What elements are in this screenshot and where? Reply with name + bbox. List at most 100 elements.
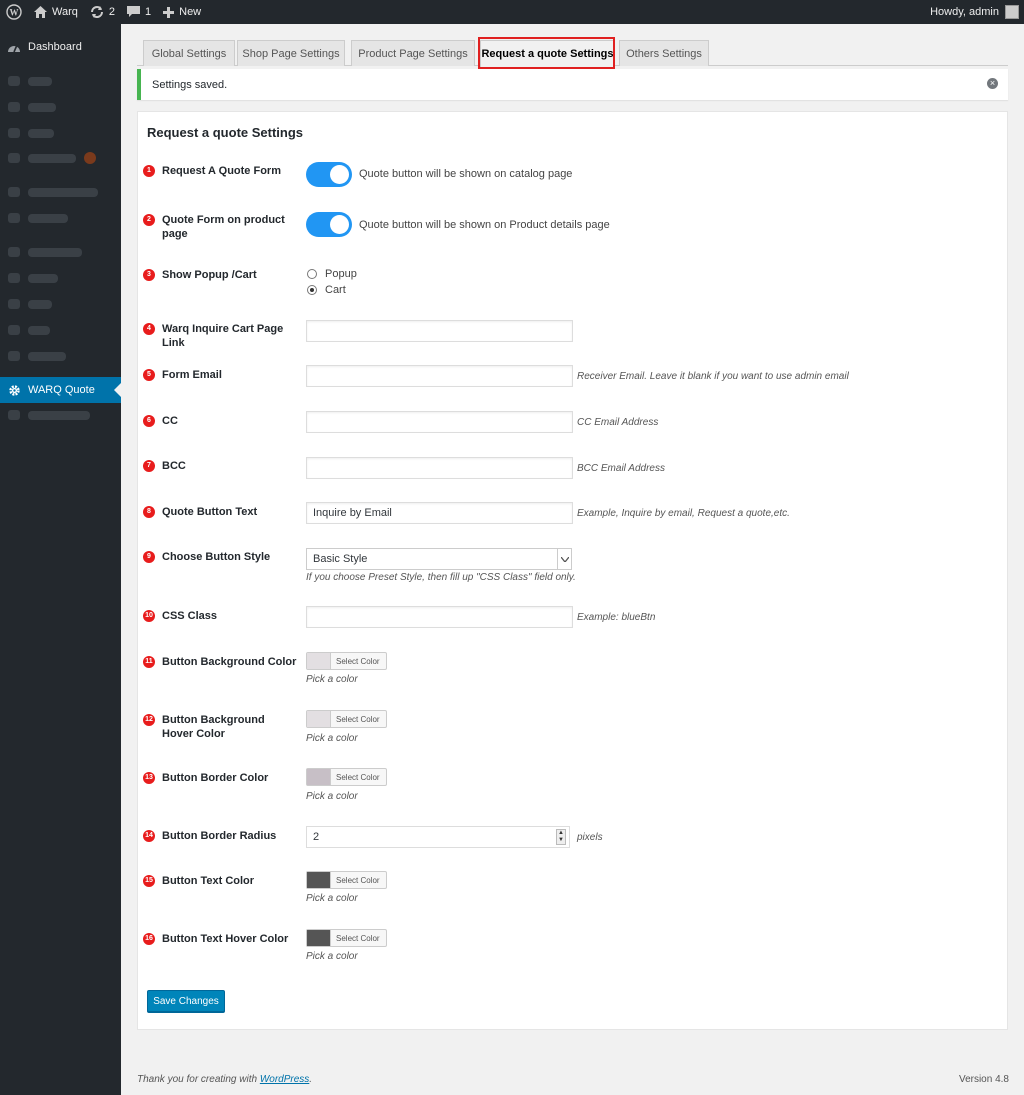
blurred-menu-item[interactable] bbox=[28, 411, 90, 420]
blurred-menu-icon bbox=[8, 299, 20, 309]
tab-others-settings[interactable]: Others Settings bbox=[619, 40, 709, 66]
blurred-menu-icon bbox=[8, 128, 20, 138]
blurred-menu-item[interactable] bbox=[28, 129, 54, 138]
blurred-menu-item[interactable] bbox=[28, 214, 68, 223]
blurred-menu-icon bbox=[8, 187, 20, 197]
blurred-menu-item[interactable] bbox=[28, 326, 50, 335]
field-description: Example: blueBtn bbox=[577, 612, 656, 623]
select-color-label: Select Color bbox=[336, 933, 380, 943]
quote-button-text-input[interactable]: Inquire by Email bbox=[306, 502, 573, 524]
tab-product-page-settings[interactable]: Product Page Settings bbox=[351, 40, 475, 66]
comments-count: 1 bbox=[145, 6, 152, 18]
pick-color-hint: Pick a color bbox=[306, 893, 358, 904]
greeting: Howdy, admin bbox=[930, 6, 999, 18]
blurred-menu-item[interactable] bbox=[28, 352, 66, 361]
field-label: Warq Inquire Cart Page Link bbox=[162, 323, 284, 349]
tab-global-settings[interactable]: Global Settings bbox=[143, 40, 235, 66]
radio-cart[interactable]: Cart bbox=[307, 284, 346, 296]
field-number-badge: 7 bbox=[143, 460, 155, 472]
sidebar-item-label: Dashboard bbox=[28, 41, 82, 53]
blurred-menu-item[interactable] bbox=[28, 103, 56, 112]
pick-color-hint: Pick a color bbox=[306, 791, 358, 802]
color-swatch bbox=[307, 930, 331, 946]
blurred-menu-icon bbox=[8, 247, 20, 257]
wordpress-link[interactable]: WordPress bbox=[260, 1074, 309, 1085]
settings-saved-notice: Settings saved. × bbox=[137, 69, 1008, 100]
account-menu[interactable]: Howdy, admin bbox=[924, 0, 1024, 24]
site-name-link[interactable]: Warq bbox=[28, 0, 84, 24]
unit-label: pixels bbox=[577, 832, 603, 843]
updates-link[interactable]: 2 bbox=[84, 0, 121, 24]
field-number-badge: 10 bbox=[143, 610, 155, 622]
text-hover-color-picker-button[interactable]: Select Color bbox=[306, 929, 387, 947]
field-description: Example, Inquire by email, Request a quo… bbox=[577, 508, 790, 519]
cc-input[interactable] bbox=[306, 411, 573, 433]
field-label: CSS Class bbox=[162, 610, 218, 622]
pick-color-hint: Pick a color bbox=[306, 733, 358, 744]
text-color-picker-button[interactable]: Select Color bbox=[306, 871, 387, 889]
save-changes-button[interactable]: Save Changes bbox=[147, 990, 225, 1012]
border-radius-input[interactable]: 2 ▲ ▼ bbox=[306, 826, 570, 848]
field-description: Receiver Email. Leave it blank if you wa… bbox=[577, 371, 849, 382]
number-spinner[interactable]: ▲ ▼ bbox=[556, 829, 566, 845]
background-color-picker-button[interactable]: Select Color bbox=[306, 652, 387, 670]
blurred-menu-item[interactable] bbox=[28, 154, 76, 163]
pick-color-hint: Pick a color bbox=[306, 951, 358, 962]
radio-button[interactable] bbox=[307, 269, 317, 279]
sidebar-item-dashboard[interactable]: Dashboard bbox=[0, 34, 121, 60]
blurred-menu-item[interactable] bbox=[28, 188, 98, 197]
field-description: CC Email Address bbox=[577, 417, 659, 428]
blurred-menu-icon bbox=[8, 351, 20, 361]
active-tab-highlight bbox=[478, 37, 615, 69]
css-class-input[interactable] bbox=[306, 606, 573, 628]
comments-link[interactable]: 1 bbox=[121, 0, 157, 24]
notice-text: Settings saved. bbox=[152, 78, 228, 91]
site-name: Warq bbox=[52, 6, 78, 18]
settings-panel: Request a quote Settings 1 Request A Quo… bbox=[137, 111, 1008, 1030]
dashboard-icon bbox=[7, 40, 21, 54]
color-swatch bbox=[307, 711, 331, 727]
field-label: Button Background Hover Color bbox=[162, 714, 265, 740]
updates-icon bbox=[90, 6, 103, 18]
blurred-menu-icon bbox=[8, 410, 20, 420]
quote-form-product-page-toggle[interactable] bbox=[306, 212, 352, 237]
button-style-select[interactable]: Basic Style bbox=[306, 548, 572, 570]
blurred-menu-item[interactable] bbox=[28, 248, 82, 257]
admin-bar: W Warq 2 1 New Howdy, admin bbox=[0, 0, 1024, 24]
chevron-down-icon bbox=[557, 549, 571, 569]
sidebar-item-warq-quote[interactable]: WARQ Quote bbox=[0, 377, 121, 403]
background-hover-color-picker-button[interactable]: Select Color bbox=[306, 710, 387, 728]
radio-button[interactable] bbox=[307, 285, 317, 295]
field-label: Choose Button Style bbox=[162, 551, 271, 563]
blurred-menu-item[interactable] bbox=[28, 274, 58, 283]
field-description: If you choose Preset Style, then fill up… bbox=[306, 572, 576, 583]
select-color-label: Select Color bbox=[336, 656, 380, 666]
field-number-badge: 8 bbox=[143, 506, 155, 518]
form-email-input[interactable] bbox=[306, 365, 573, 387]
select-color-label: Select Color bbox=[336, 875, 380, 885]
pick-color-hint: Pick a color bbox=[306, 674, 358, 685]
field-label: Form Email bbox=[162, 369, 222, 381]
blurred-menu-icon bbox=[8, 76, 20, 86]
field-label: CC bbox=[162, 415, 178, 427]
comment-icon bbox=[127, 6, 140, 17]
radio-popup[interactable]: Popup bbox=[307, 268, 357, 280]
cart-page-link-input[interactable] bbox=[306, 320, 573, 342]
number-value: 2 bbox=[313, 831, 320, 843]
tab-shop-page-settings[interactable]: Shop Page Settings bbox=[237, 40, 345, 66]
blurred-menu-item[interactable] bbox=[28, 300, 52, 309]
request-quote-form-toggle[interactable] bbox=[306, 162, 352, 187]
blurred-menu-item[interactable] bbox=[28, 77, 52, 86]
color-swatch bbox=[307, 653, 331, 669]
wordpress-logo-icon[interactable]: W bbox=[0, 0, 28, 24]
field-number-badge: 12 bbox=[143, 714, 155, 726]
new-content-link[interactable]: New bbox=[157, 0, 207, 24]
bcc-input[interactable] bbox=[306, 457, 573, 479]
blurred-menu-icon bbox=[8, 213, 20, 223]
field-label: Show Popup /Cart bbox=[162, 269, 257, 281]
dismiss-icon[interactable]: × bbox=[987, 78, 998, 89]
gear-icon bbox=[7, 383, 21, 397]
sidebar-item-label: WARQ Quote bbox=[28, 384, 95, 396]
admin-sidebar: Dashboard WARQ Quote bbox=[0, 24, 121, 1095]
border-color-picker-button[interactable]: Select Color bbox=[306, 768, 387, 786]
